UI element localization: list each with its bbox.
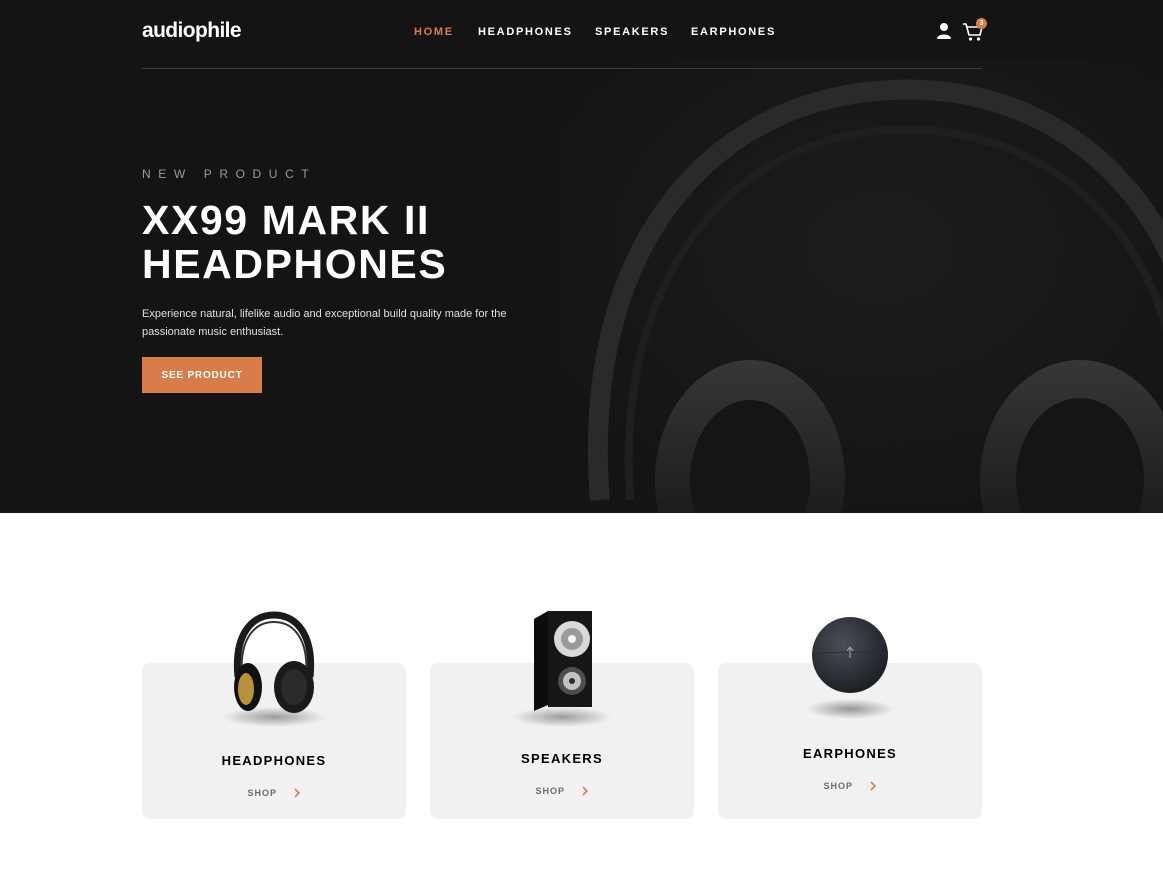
hero-description: Experience natural, lifelike audio and e…: [142, 308, 507, 338]
user-icon[interactable]: [936, 22, 952, 40]
chevron-right-icon: [294, 788, 301, 798]
category-card-speakers[interactable]: SPEAKERS SHOP: [430, 611, 694, 819]
headphones-image: [222, 611, 326, 727]
hero-overline: NEW PRODUCT: [142, 167, 317, 181]
hero-section: audiophile HOME HEADPHONES SPEAKERS EARP…: [0, 0, 1163, 513]
category-card-headphones[interactable]: HEADPHONES SHOP: [142, 611, 406, 819]
shop-link-headphones[interactable]: SHOP: [142, 784, 406, 802]
hero-title: XX99 MARK II HEADPHONES: [142, 197, 448, 287]
chevron-right-icon: [870, 781, 877, 791]
shop-link-earphones[interactable]: SHOP: [718, 777, 982, 795]
earphones-case-image: [806, 617, 894, 719]
chevron-right-icon: [582, 786, 589, 796]
nav-link-speakers[interactable]: SPEAKERS: [595, 26, 669, 38]
category-section: HEADPHONES SHOP SPEAKERS SHOP EARPHONES …: [142, 563, 982, 823]
shop-label: SHOP: [823, 780, 854, 791]
nav-link-headphones[interactable]: HEADPHONES: [478, 26, 573, 38]
category-title: SPEAKERS: [521, 751, 603, 766]
cart-count-badge: 3: [976, 18, 987, 29]
nav-link-home[interactable]: HOME: [414, 26, 454, 38]
shop-link-speakers[interactable]: SHOP: [430, 782, 694, 800]
speaker-image: [512, 611, 612, 727]
category-title: EARPHONES: [802, 746, 898, 761]
hero-headphones-image: [560, 60, 1163, 513]
see-product-button[interactable]: SEE PRODUCT: [142, 357, 262, 393]
category-card-earphones[interactable]: EARPHONES SHOP: [718, 617, 982, 819]
navbar: audiophile HOME HEADPHONES SPEAKERS EARP…: [142, 0, 987, 69]
category-title: HEADPHONES: [221, 753, 327, 768]
shop-label: SHOP: [535, 785, 566, 796]
shop-label: SHOP: [247, 787, 278, 798]
nav-link-earphones[interactable]: EARPHONES: [691, 26, 776, 38]
brand-logo[interactable]: audiophile: [142, 19, 242, 43]
